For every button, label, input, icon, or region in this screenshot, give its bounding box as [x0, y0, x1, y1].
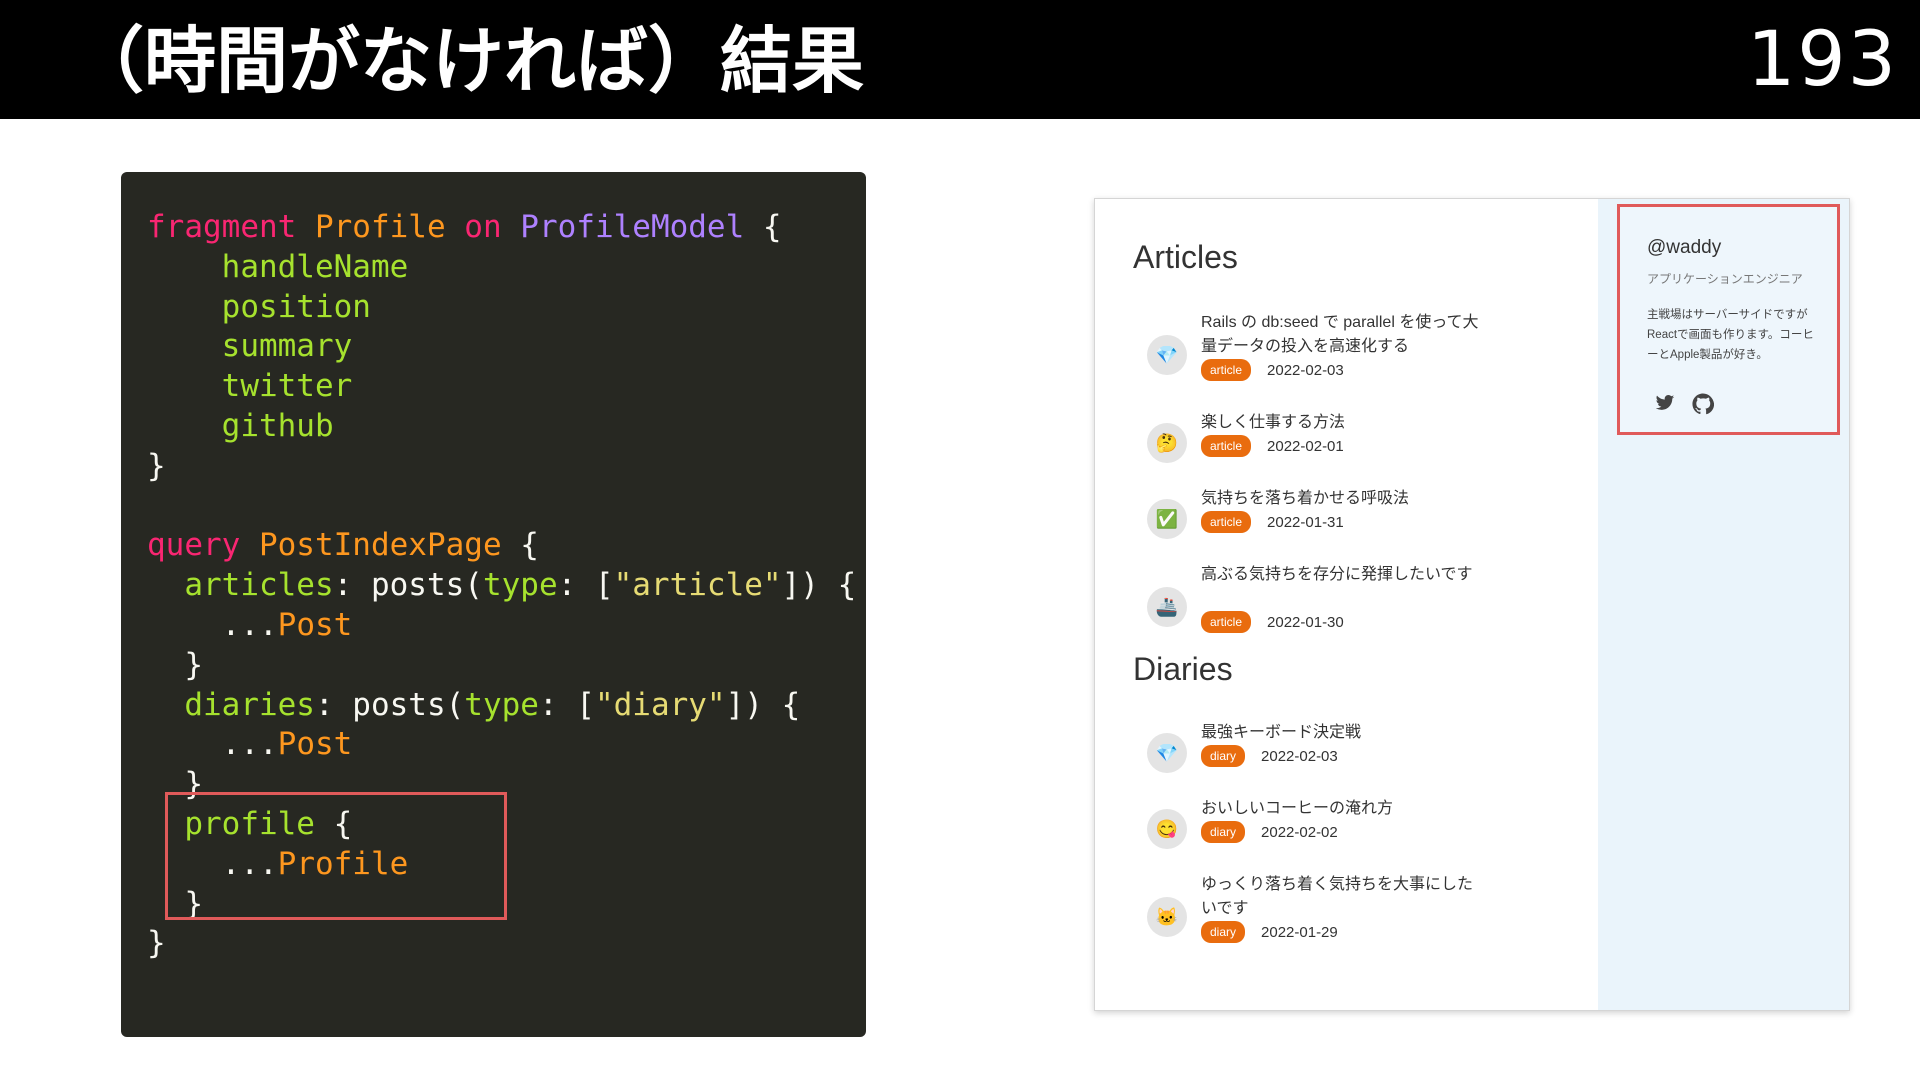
code-line: } [147, 924, 856, 964]
post-title[interactable]: 高ぶる気持ちを存分に発揮したいです [1201, 563, 1481, 587]
post-date: 2022-02-03 [1267, 361, 1344, 379]
profile-social-links [1654, 393, 1715, 421]
thinking-face-icon: 🤔 [1147, 423, 1187, 463]
profile-handle: @waddy [1647, 237, 1722, 258]
slide-title: （時間がなければ）結果 [72, 19, 865, 103]
code-token: type [482, 567, 558, 604]
post-type-badge: article [1201, 435, 1252, 457]
code-token: handleName [147, 248, 409, 285]
code-line: ...Post [147, 725, 856, 765]
articles-heading: Articles [1133, 239, 1238, 275]
profile-position: アプリケーションエンジニア [1647, 272, 1803, 286]
post-type-badge: article [1201, 611, 1252, 633]
post-title[interactable]: 最強キーボード決定戦 [1201, 721, 1481, 745]
post-date: 2022-02-03 [1261, 747, 1338, 765]
code-token: summary [147, 328, 353, 365]
diaries-heading: Diaries [1133, 651, 1233, 687]
code-token: ... [147, 726, 278, 763]
code-token: Post [277, 606, 353, 643]
code-token: PostIndexPage [258, 527, 502, 564]
code-token: ProfileModel [520, 209, 745, 245]
code-token: } [147, 925, 166, 962]
post-type-badge: diary [1201, 745, 1246, 767]
code-line: position [147, 288, 856, 328]
code-highlight-box [165, 792, 507, 920]
code-token: "diary" [594, 686, 726, 723]
code-token: "article" [613, 567, 782, 604]
post-title[interactable]: ゆっくり落ち着く気持ちを大事にしたいです [1201, 873, 1481, 921]
post-meta: article 2022-02-01 [1201, 435, 1344, 457]
code-token: ]) { [725, 686, 801, 723]
code-line: summary [147, 327, 856, 367]
page-number: 193 [1746, 14, 1898, 103]
code-token: fragment [147, 209, 315, 245]
post-title[interactable]: Rails の db:seed で parallel を使って大量データの投入を… [1201, 311, 1481, 359]
post-meta: diary 2022-02-02 [1201, 821, 1338, 843]
code-line: } [147, 646, 856, 686]
code-token: Post [277, 726, 353, 763]
post-date: 2022-01-29 [1261, 923, 1338, 941]
gem-icon: 💎 [1147, 335, 1187, 375]
twitter-icon[interactable] [1654, 393, 1676, 421]
post-title[interactable]: 気持ちを落ち着かせる呼吸法 [1201, 487, 1481, 511]
post-date: 2022-01-30 [1267, 613, 1344, 631]
check-mark-icon: ✅ [1147, 499, 1187, 539]
code-token: { [744, 209, 782, 245]
code-panel: fragment Profile on ProfileModel { handl… [121, 172, 866, 1037]
yum-face-icon: 😋 [1147, 809, 1187, 849]
code-token: { [501, 527, 539, 564]
ship-icon: 🚢 [1147, 587, 1187, 627]
slide-header: （時間がなければ）結果 193 [0, 0, 1920, 119]
code-token: : [ [538, 686, 595, 723]
code-token: : posts( [314, 686, 465, 723]
post-type-badge: article [1201, 359, 1252, 381]
code-line: twitter [147, 367, 856, 407]
code-line: query PostIndexPage { [147, 526, 856, 566]
code-line: diaries: posts(type: ["diary"]) { [147, 686, 856, 726]
post-meta: article 2022-01-31 [1201, 511, 1344, 533]
code-line: } [147, 447, 856, 487]
code-token: } [147, 646, 203, 683]
code-token: ]) { [781, 567, 857, 604]
post-date: 2022-01-31 [1267, 513, 1344, 531]
profile-card: @waddy アプリケーションエンジニア 主戦場はサーバーサイドですがReact… [1617, 204, 1840, 435]
post-title[interactable]: 楽しく仕事する方法 [1201, 411, 1481, 435]
code-line: articles: posts(type: ["article"]) { [147, 566, 856, 606]
gem-icon: 💎 [1147, 733, 1187, 773]
post-title[interactable]: おいしいコーヒーの淹れ方 [1201, 797, 1481, 821]
app-screenshot: Articles 💎 Rails の db:seed で parallel を使っ… [1094, 198, 1850, 1011]
post-meta: diary 2022-01-29 [1201, 921, 1338, 943]
code-token: twitter [147, 368, 353, 405]
github-icon[interactable] [1692, 393, 1715, 421]
code-line: fragment Profile on ProfileModel { [147, 208, 856, 248]
code-line: ...Post [147, 606, 856, 646]
code-token: type [464, 686, 539, 723]
code-token: diaries [147, 686, 315, 723]
code-token: on [464, 209, 521, 245]
post-type-badge: article [1201, 511, 1252, 533]
code-token: query [147, 527, 259, 564]
code-token: ... [147, 606, 278, 643]
code-token: } [147, 447, 166, 484]
code-token: Profile [314, 209, 465, 245]
code-line: github [147, 407, 856, 447]
code-token: : [ [557, 567, 614, 604]
code-line: handleName [147, 248, 856, 288]
code-token: articles [147, 567, 334, 604]
post-meta: article 2022-01-30 [1201, 611, 1344, 633]
post-type-badge: diary [1201, 921, 1246, 943]
post-date: 2022-02-02 [1261, 823, 1338, 841]
code-token: github [147, 407, 334, 444]
code-token: : posts( [333, 567, 483, 604]
post-meta: article 2022-02-03 [1201, 359, 1344, 381]
cat-face-icon: 🐱 [1147, 897, 1187, 937]
post-meta: diary 2022-02-03 [1201, 745, 1338, 767]
code-token: position [147, 288, 371, 325]
profile-summary: 主戦場はサーバーサイドですがReactで画面も作ります。コーヒーとApple製品… [1647, 309, 1814, 361]
post-type-badge: diary [1201, 821, 1246, 843]
post-date: 2022-02-01 [1267, 437, 1344, 455]
